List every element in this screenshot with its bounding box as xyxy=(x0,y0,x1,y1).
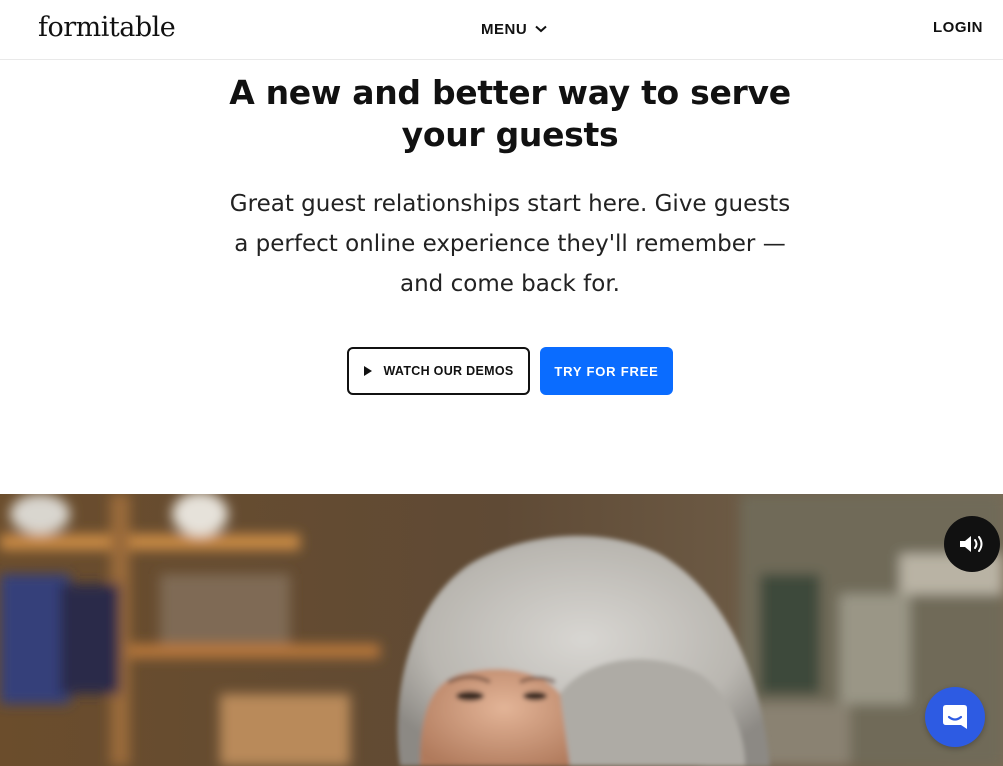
hero-video[interactable] xyxy=(0,494,1003,766)
hero-title: A new and better way to serve your guest… xyxy=(0,72,1003,156)
menu-label: MENU xyxy=(481,20,528,38)
chevron-down-icon xyxy=(535,25,547,33)
formitable-logo[interactable]: formitable xyxy=(38,12,176,43)
hero-subtitle-line: Great guest relationships start here. Gi… xyxy=(229,191,791,217)
login-link[interactable]: LOGIN xyxy=(933,19,983,36)
hero-subtitle-line: a perfect online experience they'll reme… xyxy=(234,231,786,257)
video-frame-image xyxy=(0,494,1003,766)
watch-demos-label: WATCH OUR DEMOS xyxy=(383,364,514,378)
menu-button[interactable]: MENU xyxy=(481,19,547,39)
volume-icon xyxy=(960,536,983,552)
try-for-free-button[interactable]: TRY FOR FREE xyxy=(540,347,673,395)
hero-title-line: your guests xyxy=(401,115,619,154)
chat-widget-button[interactable] xyxy=(925,687,985,747)
play-icon xyxy=(363,366,372,376)
sound-toggle-button[interactable] xyxy=(944,516,1000,572)
chat-bubble-icon xyxy=(943,705,967,729)
hero-subtitle-line: and come back for. xyxy=(400,271,620,297)
hero-subtitle: Great guest relationships start here. Gi… xyxy=(225,184,795,304)
top-navigation-bar: formitable MENU LOGIN xyxy=(0,0,1003,60)
hero-title-line: A new and better way to serve xyxy=(229,73,791,112)
watch-demos-button[interactable]: WATCH OUR DEMOS xyxy=(347,347,530,395)
